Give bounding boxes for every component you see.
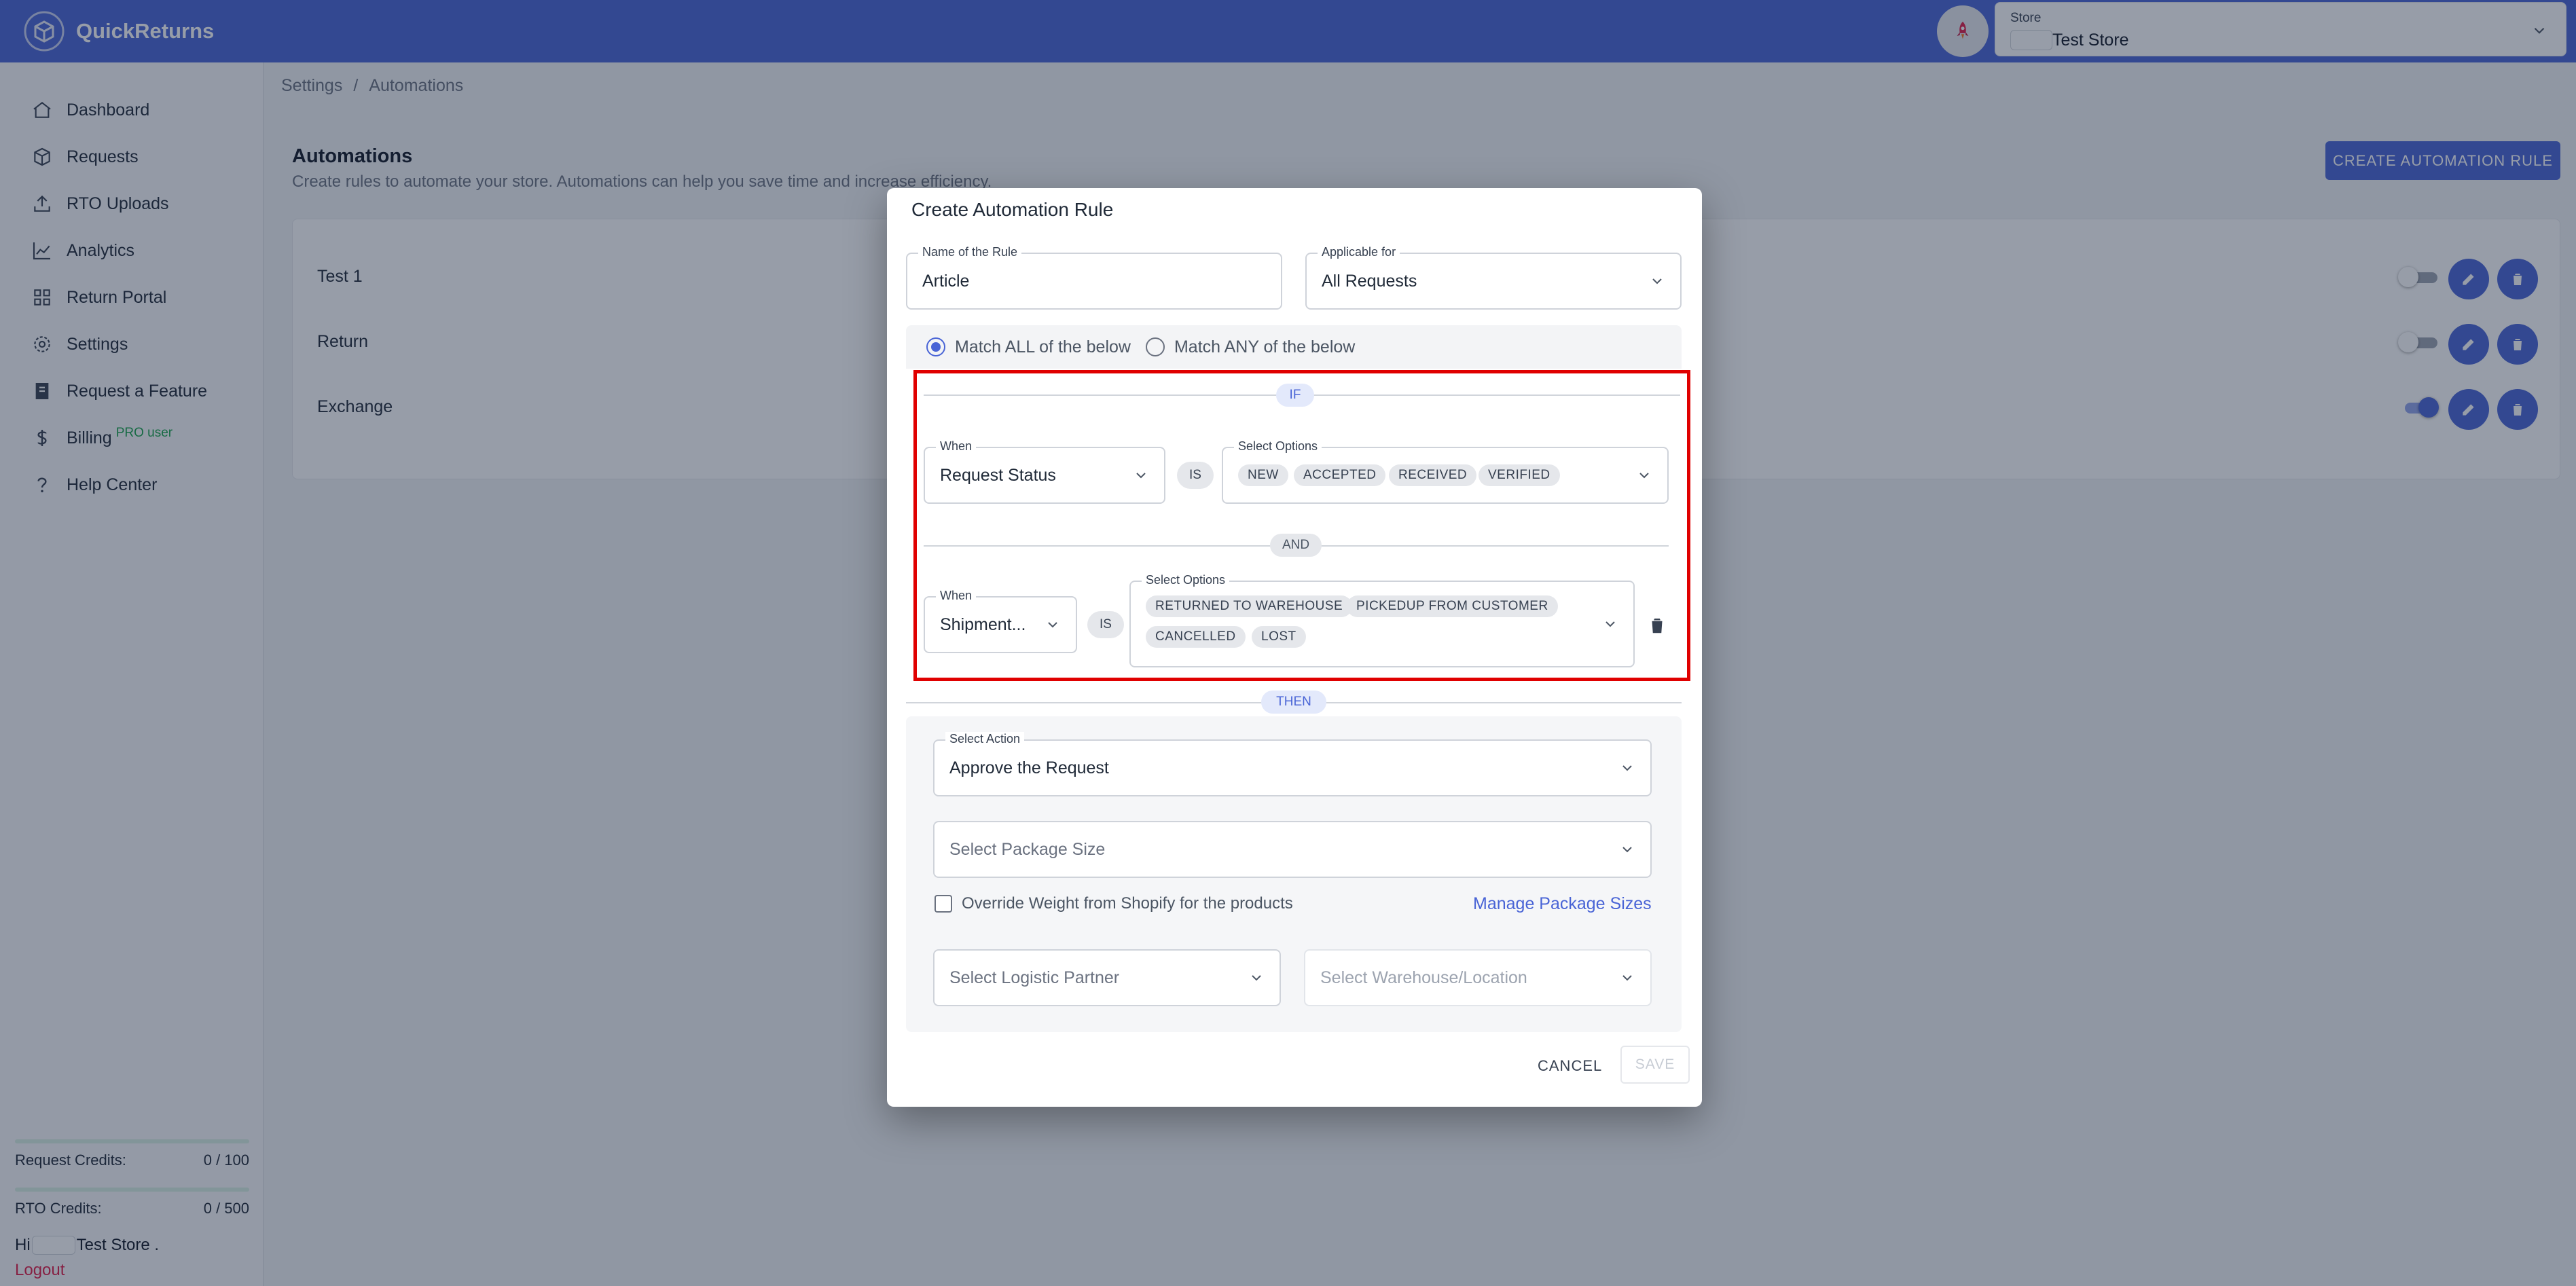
chevron-down-icon (1622, 847, 1632, 853)
when-value: Request Status (940, 466, 1056, 485)
chevron-down-icon (1606, 621, 1615, 627)
option-chip[interactable]: PICKEDUP FROM CUSTOMER (1347, 595, 1558, 617)
condition-when-select[interactable]: When Shipment... (924, 589, 1077, 653)
override-weight-label: Override Weight from Shopify for the pro… (962, 894, 1293, 913)
option-chip[interactable]: ACCEPTED (1294, 464, 1386, 486)
option-chip[interactable]: NEW (1238, 464, 1288, 486)
then-label: THEN (1261, 691, 1326, 714)
applicable-for-value: All Requests (1322, 272, 1417, 291)
chevron-down-icon (1622, 975, 1632, 981)
if-label: IF (1276, 384, 1314, 407)
chevron-down-icon (1639, 473, 1649, 479)
chevron-down-icon (1622, 765, 1632, 771)
and-label: AND (1270, 534, 1322, 557)
action-panel: Select Action Approve the Request Select… (906, 716, 1682, 1032)
options-label: Select Options (1234, 439, 1322, 454)
select-action-value: Approve the Request (949, 758, 1109, 777)
condition-when-select[interactable]: When Request Status (924, 439, 1165, 504)
match-all-label: Match ALL of the below (955, 337, 1131, 356)
warehouse-placeholder: Select Warehouse/Location (1320, 968, 1527, 987)
delete-condition-icon[interactable] (1647, 614, 1667, 637)
condition-options-select[interactable]: Select Options NEW ACCEPTED RECEIVED VER… (1222, 439, 1669, 504)
chevron-down-icon (1136, 473, 1146, 479)
match-all-radio[interactable] (926, 337, 945, 356)
is-operator: IS (1087, 611, 1124, 638)
logistic-partner-placeholder: Select Logistic Partner (949, 968, 1120, 987)
manage-package-sizes-link[interactable]: Manage Package Sizes (1473, 894, 1652, 914)
warehouse-select[interactable]: Select Warehouse/Location (1304, 949, 1652, 1006)
condition-options-select[interactable]: Select Options RETURNED TO WAREHOUSE PIC… (1129, 573, 1635, 667)
save-button[interactable]: SAVE (1620, 1046, 1690, 1084)
match-any-radio[interactable] (1145, 337, 1165, 356)
option-chip[interactable]: LOST (1252, 626, 1306, 648)
modal-title: Create Automation Rule (911, 199, 1114, 220)
package-size-select[interactable]: Select Package Size (933, 821, 1652, 878)
options-label: Select Options (1142, 573, 1230, 587)
when-value: Shipment... (940, 615, 1026, 634)
package-size-placeholder: Select Package Size (949, 840, 1106, 859)
option-chip[interactable]: VERIFIED (1479, 464, 1560, 486)
override-weight-checkbox[interactable] (935, 895, 952, 913)
select-action-select[interactable]: Select Action Approve the Request (933, 732, 1652, 796)
cancel-button[interactable]: CANCEL (1538, 1057, 1602, 1075)
rule-name-field[interactable]: Name of the Rule Article (906, 245, 1282, 310)
rule-name-label: Name of the Rule (918, 245, 1022, 259)
applicable-for-select[interactable]: Applicable for All Requests (1305, 245, 1682, 310)
option-chip[interactable]: CANCELLED (1146, 626, 1246, 648)
option-chip[interactable]: RECEIVED (1389, 464, 1477, 486)
chevron-down-icon (1252, 975, 1261, 981)
when-label: When (936, 439, 977, 454)
logistic-partner-select[interactable]: Select Logistic Partner (933, 949, 1281, 1006)
match-mode-row: Match ALL of the below Match ANY of the … (906, 325, 1682, 369)
chevron-down-icon (1652, 278, 1662, 284)
rule-name-value: Article (922, 272, 970, 291)
chevron-down-icon (1048, 622, 1057, 628)
create-automation-rule-modal: Create Automation Rule Name of the Rule … (887, 188, 1702, 1107)
when-label: When (936, 589, 977, 603)
select-action-label: Select Action (945, 732, 1025, 746)
is-operator: IS (1177, 462, 1214, 489)
conditions-highlight: IF When Request Status IS Select Options… (913, 370, 1690, 681)
applicable-for-label: Applicable for (1318, 245, 1400, 259)
option-chip[interactable]: RETURNED TO WAREHOUSE (1146, 595, 1353, 617)
match-any-label: Match ANY of the below (1174, 337, 1356, 356)
